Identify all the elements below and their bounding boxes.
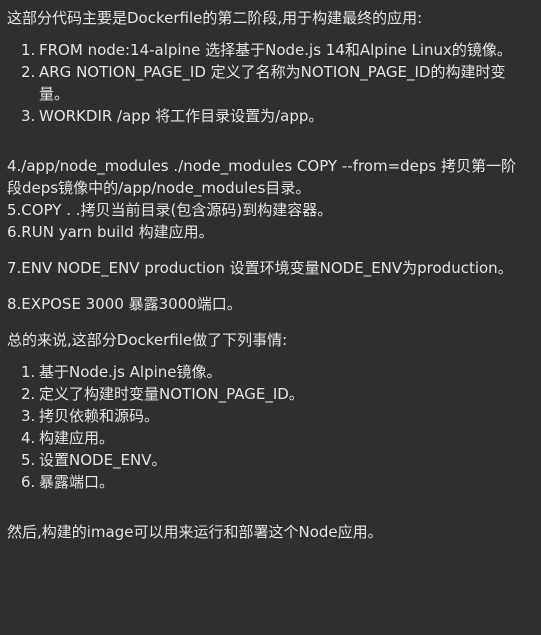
list-item: 1. FROM node:14-alpine 选择基于Node.js 14和Al… (7, 39, 531, 61)
list-item-text: 构建应用。 (39, 429, 115, 447)
step-8-paragraph: 8.EXPOSE 3000 暴露3000端口。 (7, 295, 242, 313)
step-5-paragraph: 5.COPY . .拷贝当前目录(包含源码)到构建容器。 (7, 201, 333, 219)
list-item-text: ARG NOTION_PAGE_ID 定义了名称为NOTION_PAGE_ID的… (39, 63, 506, 103)
list-item: 2. ARG NOTION_PAGE_ID 定义了名称为NOTION_PAGE_… (7, 61, 531, 105)
list-item: 5. 设置NODE_ENV。 (7, 449, 531, 471)
list-item-text: 暴露端口。 (39, 473, 115, 491)
list-item-text: FROM node:14-alpine 选择基于Node.js 14和Alpin… (39, 41, 512, 59)
list-item: 3. 拷贝依赖和源码。 (7, 405, 531, 427)
list-item: 1. 基于Node.js Alpine镜像。 (7, 361, 531, 383)
list-item-text: 基于Node.js Alpine镜像。 (39, 363, 222, 381)
list-item: 3. WORKDIR /app 将工作目录设置为/app。 (7, 105, 531, 127)
intro-paragraph: 这部分代码主要是Dockerfile的第二阶段,用于构建最终的应用: (7, 9, 423, 27)
chat-message: 这部分代码主要是Dockerfile的第二阶段,用于构建最终的应用: 1. FR… (0, 0, 541, 635)
step-6-paragraph: 6.RUN yarn build 构建应用。 (7, 223, 214, 241)
step-7-paragraph: 7.ENV NODE_ENV production 设置环境变量NODE_ENV… (7, 259, 513, 277)
list-item-number: 1. (21, 363, 36, 381)
list-item-number: 3. (21, 107, 36, 125)
list-item-text: 定义了构建时变量NOTION_PAGE_ID。 (39, 385, 304, 403)
list-item: 4. 构建应用。 (7, 427, 531, 449)
summary-list: 1. 基于Node.js Alpine镜像。 2. 定义了构建时变量NOTION… (7, 361, 531, 493)
list-item-number: 3. (21, 407, 36, 425)
list-item-number: 1. (21, 41, 36, 59)
list-item: 6. 暴露端口。 (7, 471, 531, 493)
list-item-number: 2. (21, 385, 36, 403)
list-item-text: WORKDIR /app 将工作目录设置为/app。 (39, 107, 324, 125)
list-item-text: 设置NODE_ENV。 (39, 451, 167, 469)
list-item: 2. 定义了构建时变量NOTION_PAGE_ID。 (7, 383, 531, 405)
list-item-number: 4. (21, 429, 36, 447)
list-item-text: 拷贝依赖和源码。 (39, 407, 160, 425)
conclusion-paragraph: 然后,构建的image可以用来运行和部署这个Node应用。 (7, 523, 383, 541)
step-4-paragraph: 4./app/node_modules ./node_modules COPY … (7, 157, 517, 197)
list-item-number: 6. (21, 473, 36, 491)
list-item-number: 2. (21, 63, 36, 81)
summary-paragraph: 总的来说,这部分Dockerfile做了下列事情: (7, 331, 288, 349)
list-item-number: 5. (21, 451, 36, 469)
steps-list-1: 1. FROM node:14-alpine 选择基于Node.js 14和Al… (7, 39, 531, 127)
